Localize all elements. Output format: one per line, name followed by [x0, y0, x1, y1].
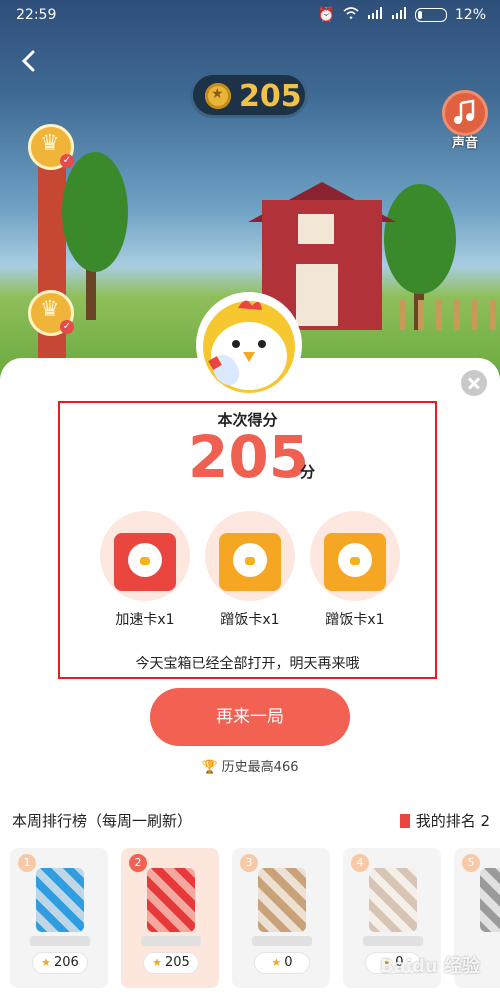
- progress-pole: [38, 140, 66, 380]
- rank-number: 4: [351, 854, 369, 872]
- battery-icon: [414, 8, 447, 22]
- player-name-blurred: [252, 936, 312, 946]
- result-panel: 本次得分 205 分 加速卡x1 蹭饭卡x1 蹭饭卡x1 今天宝箱已经全部打开，…: [58, 401, 437, 679]
- battery-level: 12%: [454, 7, 486, 23]
- player-name-blurred: [141, 936, 201, 946]
- chicken-avatar: [196, 292, 302, 398]
- leaderboard-title: 本周排行榜（每周一刷新）: [12, 812, 193, 830]
- avatar: [369, 868, 417, 932]
- score-unit: 分: [300, 463, 316, 481]
- my-rank-label: 我的排名 2: [415, 812, 490, 830]
- coin-counter: 205: [190, 72, 308, 118]
- star-icon: ★: [271, 956, 282, 969]
- reward-item: 加速卡x1: [100, 511, 190, 629]
- meal-card-icon: [324, 533, 386, 591]
- rank-number: 5: [462, 854, 480, 872]
- player-score: 206: [54, 955, 79, 970]
- player-score: 205: [165, 955, 190, 970]
- check-icon: ✓: [60, 154, 74, 168]
- reward-item: 蹭饭卡x1: [310, 511, 400, 629]
- sound-label: 声音: [452, 136, 479, 151]
- tree: [62, 152, 128, 272]
- leaderboard-entry[interactable]: 3 ★ 0: [232, 848, 330, 988]
- chest-notice: 今天宝箱已经全部打开，明天再来哦: [135, 656, 360, 672]
- chicken-icon: [203, 300, 295, 393]
- music-note-icon: [454, 99, 475, 124]
- player-score: 0: [284, 955, 293, 970]
- rank-number: 2: [129, 854, 147, 872]
- signal-icon: [367, 7, 383, 23]
- player-name-blurred: [30, 936, 90, 946]
- star-icon: ★: [152, 956, 163, 969]
- close-button[interactable]: [461, 370, 487, 396]
- avatar: [258, 868, 306, 932]
- coin-icon: [205, 83, 231, 109]
- avatar: [147, 868, 195, 932]
- coin-count: 205: [239, 79, 302, 114]
- trophy-icon: 🏆: [201, 760, 218, 775]
- reward-label: 加速卡x1: [115, 612, 175, 628]
- reward-label: 蹭饭卡x1: [220, 612, 280, 628]
- score-value: 205: [188, 423, 310, 491]
- sound-toggle-button[interactable]: [442, 90, 488, 136]
- avatar: [480, 868, 500, 932]
- play-again-button[interactable]: 再来一局: [150, 688, 350, 746]
- star-icon: ★: [41, 956, 52, 969]
- speed-card-icon: [114, 533, 176, 591]
- reward-label: 蹭饭卡x1: [325, 612, 385, 628]
- alarm-icon: ⏰: [317, 7, 335, 23]
- reward-item: 蹭饭卡x1: [205, 511, 295, 629]
- wifi-icon: [343, 7, 359, 23]
- signal-icon: [391, 7, 407, 23]
- back-button[interactable]: [14, 46, 44, 76]
- fence: [400, 300, 500, 330]
- my-rank[interactable]: 我的排名 2: [399, 810, 490, 831]
- check-icon: ✓: [60, 320, 74, 334]
- best-score-text: 历史最高466: [221, 760, 299, 775]
- rank-number: 3: [240, 854, 258, 872]
- rank-number: 1: [18, 854, 36, 872]
- bookmark-icon: [399, 814, 410, 828]
- leaderboard-entry[interactable]: 1 ★ 206: [10, 848, 108, 988]
- status-bar: 22:59 ⏰ 12%: [0, 0, 500, 32]
- avatar: [36, 868, 84, 932]
- chevron-left-icon: [21, 50, 35, 72]
- leaderboard-entry[interactable]: 2 ★ 205: [121, 848, 219, 988]
- best-score: 🏆 历史最高466: [0, 756, 500, 775]
- status-time: 22:59: [16, 7, 57, 23]
- watermark: Baidu 经验: [380, 956, 481, 977]
- meal-card-icon: [219, 533, 281, 591]
- player-name-blurred: [363, 936, 423, 946]
